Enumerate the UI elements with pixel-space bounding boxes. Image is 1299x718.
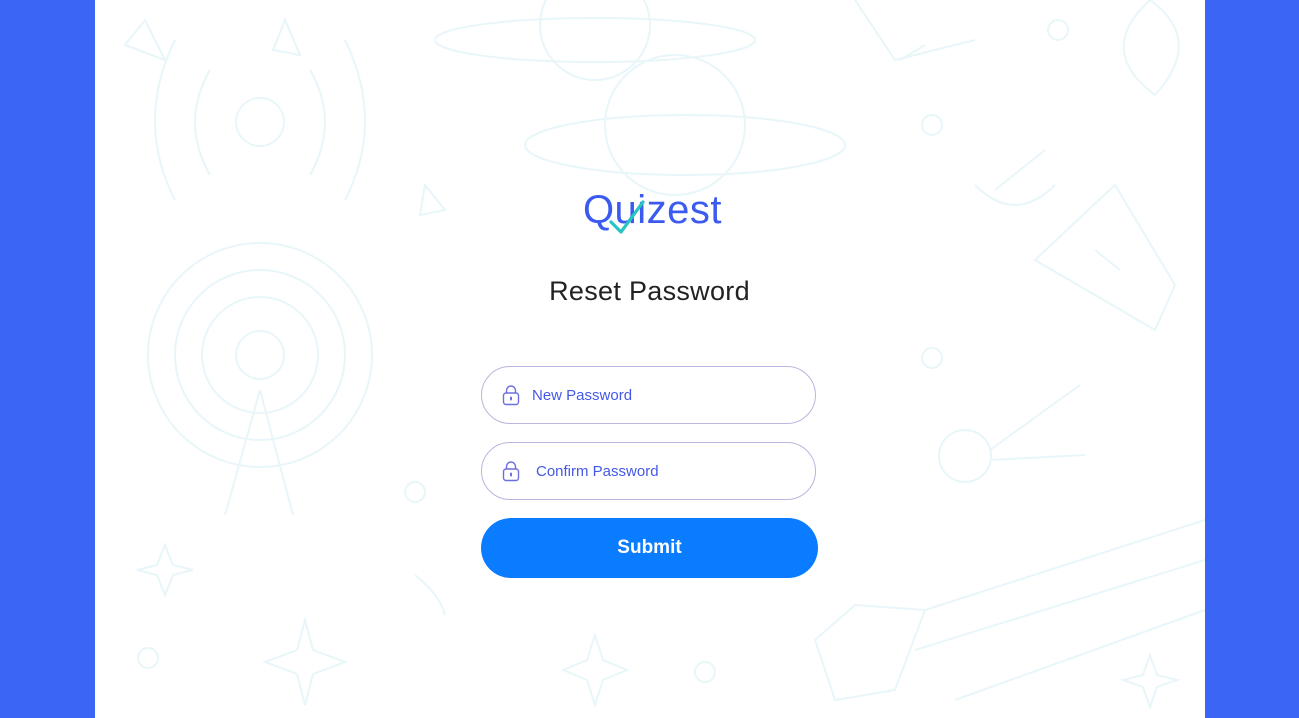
lock-icon — [502, 461, 520, 482]
page-title: Reset Password — [549, 276, 750, 306]
page-frame: Quizest Reset Password New Password Conf… — [95, 0, 1205, 718]
quizest-logo: Quizest — [582, 188, 723, 234]
lock-icon — [502, 385, 520, 406]
new-password-placeholder: New Password — [532, 386, 633, 404]
submit-button[interactable]: Submit — [481, 518, 818, 578]
background-doodles — [123, 0, 1205, 711]
logo-text: Quizest — [582, 188, 723, 232]
confirm-password-placeholder: Confirm Password — [536, 462, 659, 480]
new-password-field[interactable]: New Password — [481, 366, 816, 424]
reset-password-card: Quizest Reset Password New Password Conf… — [481, 188, 818, 578]
confirm-password-field[interactable]: Confirm Password — [481, 442, 816, 500]
